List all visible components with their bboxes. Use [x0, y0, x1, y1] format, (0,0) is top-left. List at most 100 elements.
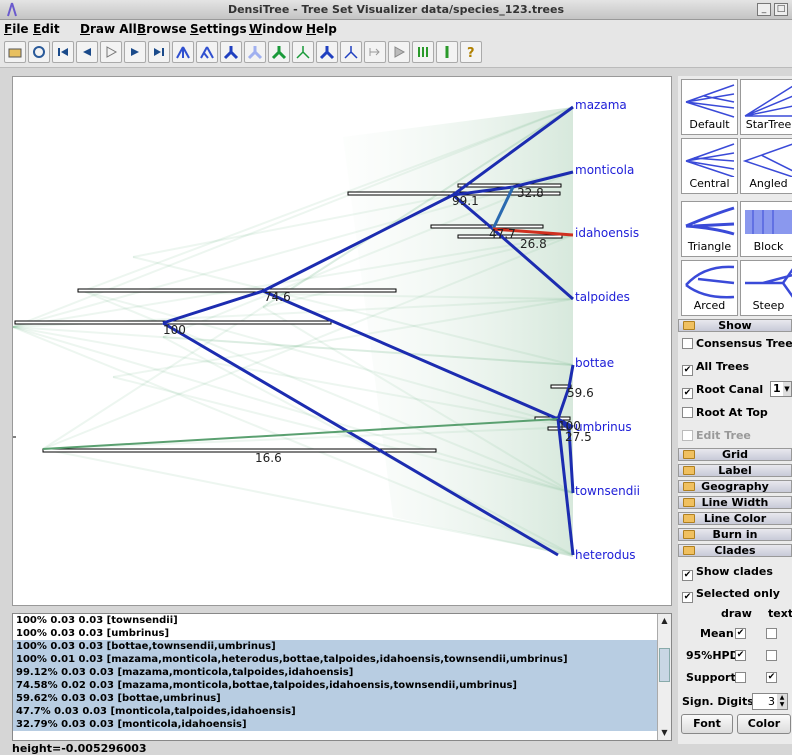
consensus-trees-checkbox[interactable]: Consensus Trees [682, 337, 792, 350]
support-label: 47.7 [489, 227, 516, 241]
mean-text-checkbox[interactable] [766, 628, 777, 639]
sign-digits-spinner[interactable]: 3 ▲ ▼ [752, 693, 788, 710]
taxon-label[interactable]: heterodus [575, 548, 636, 562]
previous-tree-button[interactable] [76, 41, 98, 63]
maximize-button[interactable]: □ [774, 3, 788, 16]
tree-style-4-icon [247, 46, 263, 60]
tree-style-1-button[interactable] [172, 41, 194, 63]
next-tree-button[interactable] [124, 41, 146, 63]
collapse-button[interactable] [364, 41, 386, 63]
grid-button[interactable] [436, 41, 458, 63]
animate-button[interactable] [388, 41, 410, 63]
menu-help[interactable]: Help [306, 22, 337, 36]
tree-style-4-button[interactable] [244, 41, 266, 63]
folder-icon [683, 498, 695, 507]
layout-arced-button[interactable]: Arced [681, 260, 738, 316]
layout-block-icon [745, 210, 792, 234]
layout-triangle-button[interactable]: Triangle [681, 201, 738, 257]
tree-style-8-button[interactable] [340, 41, 362, 63]
support-draw-checkbox[interactable] [735, 672, 746, 683]
taxon-label[interactable]: monticola [575, 163, 634, 177]
taxon-label[interactable]: idahoensis [575, 226, 639, 240]
clade-row[interactable]: 100% 0.03 0.03 [bottae,townsendii,umbrin… [13, 640, 671, 653]
support-text-checkbox[interactable]: ✔ [766, 672, 777, 683]
layout-startree-button[interactable]: StarTree [740, 79, 792, 135]
tree-style-6-button[interactable] [292, 41, 314, 63]
root-at-top-checkbox[interactable]: Root At Top [682, 406, 768, 419]
clade-row[interactable]: 74.58% 0.02 0.03 [mazama,monticola,botta… [13, 679, 671, 692]
edit-tree-checkbox[interactable]: Edit Tree [682, 429, 751, 442]
font-button[interactable]: Font [681, 714, 733, 734]
burnin-icon [418, 47, 428, 57]
clade-row[interactable]: 100% 0.01 0.03 [mazama,monticola,heterod… [13, 653, 671, 666]
taxon-label[interactable]: mazama [575, 98, 627, 112]
clade-list[interactable]: 100% 0.03 0.03 [townsendii] 100% 0.03 0.… [12, 613, 672, 741]
layout-angled-button[interactable]: Angled [740, 138, 792, 194]
scroll-thumb[interactable] [659, 648, 670, 682]
geography-section-header[interactable]: Geography [678, 480, 792, 493]
color-button[interactable]: Color [737, 714, 791, 734]
taxon-label[interactable]: bottae [575, 356, 614, 370]
root-canal-checkbox[interactable]: ✔ Root Canal [682, 383, 763, 399]
taxon-label[interactable]: talpoides [575, 290, 630, 304]
help-button[interactable]: ? [460, 41, 482, 63]
tree-style-2-button[interactable] [196, 41, 218, 63]
show-clades-checkbox[interactable]: ✔ Show clades [682, 565, 773, 581]
menu-window[interactable]: Window [249, 22, 303, 36]
menu-edit[interactable]: Edit [33, 22, 60, 36]
last-tree-button[interactable] [148, 41, 170, 63]
clades-section-header[interactable]: Clades [678, 544, 792, 557]
reload-button[interactable] [28, 41, 50, 63]
mean-draw-checkbox[interactable]: ✔ [735, 628, 746, 639]
clade-row[interactable]: 59.62% 0.03 0.03 [bottae,umbrinus] [13, 692, 671, 705]
support-label: 26.8 [520, 237, 547, 251]
clade-row[interactable]: 100% 0.03 0.03 [umbrinus] [13, 627, 671, 640]
clade-row[interactable]: 100% 0.03 0.03 [townsendii] [13, 614, 671, 627]
last-tree-icon [154, 48, 164, 56]
spinner-arrows-icon[interactable]: ▲ ▼ [777, 694, 787, 709]
scroll-down-icon[interactable]: ▼ [659, 727, 670, 738]
hpd-draw-checkbox[interactable]: ✔ [735, 650, 746, 661]
hpd-text-checkbox[interactable] [766, 650, 777, 661]
open-button[interactable] [4, 41, 26, 63]
layout-central-button[interactable]: Central [681, 138, 738, 194]
play-button[interactable] [100, 41, 122, 63]
clade-row[interactable]: 47.7% 0.03 0.03 [monticola,talpoides,ida… [13, 705, 671, 718]
clade-row[interactable]: 32.79% 0.03 0.03 [monticola,idahoensis] [13, 718, 671, 731]
layout-block-button[interactable]: Block [740, 201, 792, 257]
clade-row[interactable]: 99.12% 0.03 0.03 [mazama,monticola,talpo… [13, 666, 671, 679]
menu-file[interactable]: File [4, 22, 29, 36]
grid-section-header[interactable]: Grid [678, 448, 792, 461]
support-label: 100 [163, 323, 186, 337]
tree-style-7-button[interactable] [316, 41, 338, 63]
burnin-button[interactable] [412, 41, 434, 63]
densitree-plot [13, 105, 575, 557]
tree-style-3-button[interactable] [220, 41, 242, 63]
layout-steep-button[interactable]: Steep [740, 260, 792, 316]
show-section-header[interactable]: Show [678, 319, 792, 332]
menu-settings[interactable]: Settings [190, 22, 247, 36]
clade-list-scrollbar[interactable]: ▲ ▼ [657, 614, 671, 740]
tree-canvas[interactable]: mazama monticola idahoensis talpoides bo… [12, 76, 672, 606]
line-width-section-header[interactable]: Line Width [678, 496, 792, 509]
selected-only-checkbox[interactable]: ✔ Selected only [682, 587, 780, 603]
menu-browse[interactable]: Browse [137, 22, 187, 36]
checkbox-icon [682, 407, 693, 418]
line-color-section-header[interactable]: Line Color [678, 512, 792, 525]
first-tree-icon [58, 48, 68, 56]
svg-text:?: ? [467, 46, 475, 60]
tree-style-5-button[interactable] [268, 41, 290, 63]
tree-style-1-icon [176, 46, 190, 59]
label-section-header[interactable]: Label [678, 464, 792, 477]
all-trees-checkbox[interactable]: ✔ All Trees [682, 360, 749, 376]
menu-draw-all[interactable]: Draw All [80, 22, 137, 36]
minimize-button[interactable]: _ [757, 3, 771, 16]
root-canal-select[interactable]: 1 ▼ [770, 381, 792, 397]
layout-default-button[interactable]: Default [681, 79, 738, 135]
support-label: 16.6 [255, 451, 282, 465]
first-tree-button[interactable] [52, 41, 74, 63]
layout-default-icon [685, 84, 735, 118]
taxon-label[interactable]: townsendii [575, 484, 640, 498]
burn-in-section-header[interactable]: Burn in [678, 528, 792, 541]
scroll-up-icon[interactable]: ▲ [659, 615, 670, 626]
